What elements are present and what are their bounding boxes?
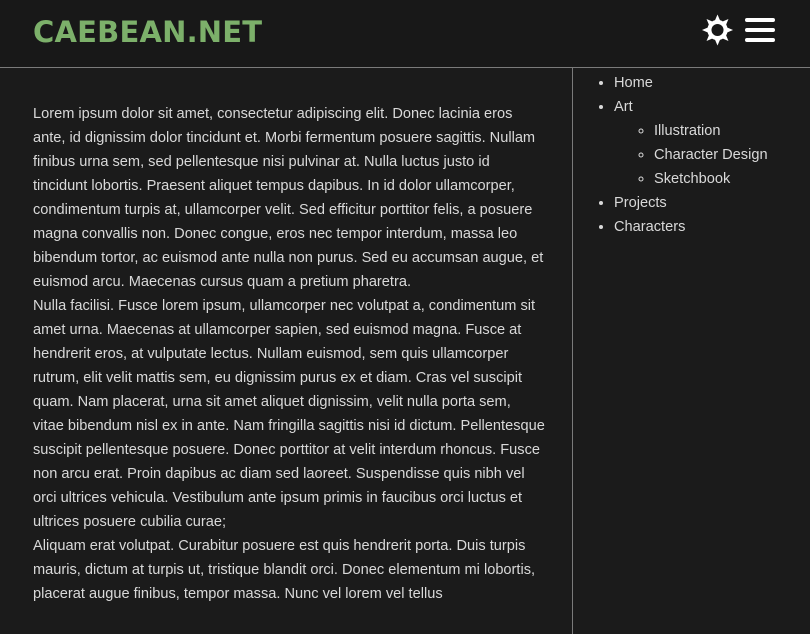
- nav-link-art[interactable]: Art: [614, 99, 633, 115]
- sidebar-nav: Home Art Illustration Character Design S…: [574, 71, 768, 239]
- article-body: Lorem ipsum dolor sit amet, consectetur …: [33, 102, 545, 606]
- nav-link-illustration[interactable]: Illustration: [654, 123, 721, 139]
- hamburger-menu-icon: [744, 18, 775, 42]
- theme-toggle-button[interactable]: [701, 14, 734, 47]
- nav-item-character-design: Character Design: [654, 143, 768, 167]
- nav-item-sketchbook: Sketchbook: [654, 167, 768, 191]
- sun-gear-icon: [701, 14, 734, 46]
- nav-item-illustration: Illustration: [654, 119, 768, 143]
- nav-link-sketchbook[interactable]: Sketchbook: [654, 171, 730, 187]
- sidebar: Home Art Illustration Character Design S…: [574, 68, 810, 634]
- article-paragraph: Aliquam erat volutpat. Curabitur posuere…: [33, 538, 536, 602]
- site-header: CAEBEAN.NET: [0, 0, 810, 68]
- article-paragraph: Nulla facilisi. Fusce lorem ipsum, ullam…: [33, 298, 545, 530]
- nav-item-characters: Characters: [614, 215, 768, 239]
- nav-link-home[interactable]: Home: [614, 75, 653, 91]
- nav-item-projects: Projects: [614, 191, 768, 215]
- article-paragraph: Lorem ipsum dolor sit amet, consectetur …: [33, 106, 544, 290]
- nav-sublist-art: Illustration Character Design Sketchbook: [614, 119, 768, 191]
- nav-item-art: Art Illustration Character Design Sketch…: [614, 95, 768, 191]
- main-content: Lorem ipsum dolor sit amet, consectetur …: [0, 68, 573, 634]
- nav-link-character-design[interactable]: Character Design: [654, 147, 768, 163]
- site-title[interactable]: CAEBEAN.NET: [33, 14, 262, 50]
- header-icons: [701, 14, 776, 46]
- menu-button[interactable]: [743, 14, 776, 47]
- nav-link-characters[interactable]: Characters: [614, 219, 685, 235]
- nav-item-home: Home: [614, 71, 768, 95]
- nav-link-projects[interactable]: Projects: [614, 195, 667, 211]
